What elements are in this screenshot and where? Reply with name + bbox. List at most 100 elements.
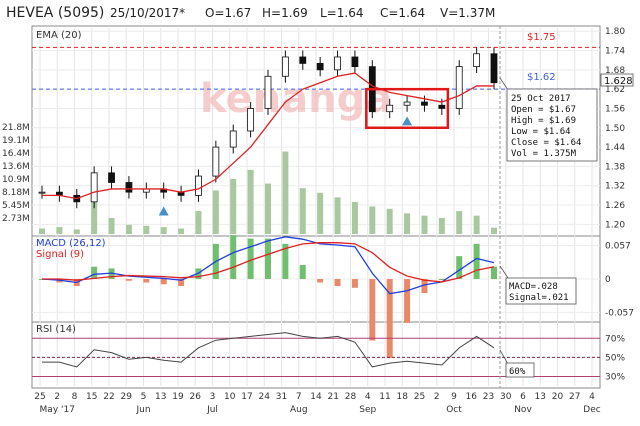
rsi-tick-label: 30% xyxy=(605,372,625,382)
volume-bar xyxy=(39,228,45,234)
level-low-label: $1.62 xyxy=(527,72,556,83)
month-label: Nov xyxy=(514,405,532,415)
candle-body xyxy=(108,172,115,183)
macd-hist-bar xyxy=(265,238,271,279)
volume-bar xyxy=(212,190,219,234)
rsi-tick-label: 70% xyxy=(605,334,625,344)
date-tick-label: 21 xyxy=(328,392,339,402)
date-tick-label: 5 xyxy=(141,392,147,402)
close-readout: C=1.64 xyxy=(380,6,425,20)
volume-bar xyxy=(386,208,393,234)
ohlc-tooltip: 25 Oct 2017 Open = $1.67 High = $1.69 Lo… xyxy=(499,77,598,162)
price-axis: 1.80 1.74 1.68 1.62 1.56 1.50 1.44 1.38 1.32 1.26… xyxy=(605,27,625,230)
volume-tick-label: 10.9M xyxy=(2,175,30,185)
stock-chart[interactable]: HEVEA (5095) 25/10/2017* O=1.67 H=1.69 L… xyxy=(0,0,640,422)
macd-hist-bar xyxy=(351,279,358,288)
chart-canvas[interactable]: HEVEA (5095) 25/10/2017* O=1.67 H=1.69 L… xyxy=(0,0,640,422)
open-readout: O=1.67 xyxy=(205,6,251,20)
macd-tick-label: 0.057 xyxy=(605,242,631,252)
volume-bar xyxy=(230,179,237,234)
volume-bar xyxy=(178,228,185,234)
volume-tick-label: 13.6M xyxy=(2,162,30,172)
date-tick-label: 24 xyxy=(259,392,271,402)
volume-bar xyxy=(491,227,497,234)
macd-axis: 0.057 0 -0.057 xyxy=(605,242,634,319)
macd-label: MACD (26,12) xyxy=(36,238,106,249)
volume-bar xyxy=(56,227,63,234)
price-tick-label: 1.20 xyxy=(605,220,625,230)
volume-tick-label: 2.73M xyxy=(2,214,30,224)
macd-hist-bar xyxy=(334,279,341,287)
ema-label: EMA (20) xyxy=(36,30,82,41)
date-axis: 25 2 8 15 22 29 5 13 19 26 3 10 17 24 31 7 14 21 28 4 11 18 25… xyxy=(34,392,600,415)
date-tick-label: 14 xyxy=(310,392,322,402)
volume-bar xyxy=(299,188,306,234)
candle-body xyxy=(90,172,98,203)
date-tick-label: 25 xyxy=(414,392,425,402)
date-tick-label: 22 xyxy=(103,392,114,402)
volume-bar xyxy=(282,151,289,234)
candle-body xyxy=(247,108,255,132)
price-tick-label: 1.26 xyxy=(605,201,625,211)
macd-hist-bar xyxy=(299,264,306,279)
price-tick-label: 1.44 xyxy=(605,143,625,153)
month-label: Dec xyxy=(583,405,600,415)
high-readout: H=1.69 xyxy=(262,6,308,20)
date-tick-label: 18 xyxy=(397,392,409,402)
candle-body xyxy=(455,66,463,109)
date-tick-label: 31 xyxy=(276,392,287,402)
volume-tick-label: 19.1M xyxy=(2,136,30,146)
volume-tick-label: 16.4M xyxy=(2,149,30,159)
candle-body xyxy=(386,104,394,113)
date-tick-label: 6 xyxy=(520,392,526,402)
tooltip-open: Open = $1.67 xyxy=(511,105,576,115)
volume-readout: V=1.37M xyxy=(440,6,495,20)
date-tick-label: 2 xyxy=(434,392,440,402)
volume-bar xyxy=(143,225,150,234)
date-tick-label: 11 xyxy=(379,392,390,402)
date-readout: 25/10/2017* xyxy=(110,6,185,20)
candle-body xyxy=(229,130,237,148)
date-tick-label: 8 xyxy=(72,392,78,402)
volume-bar xyxy=(125,224,132,234)
volume-bar xyxy=(456,211,463,234)
date-tick-label: 17 xyxy=(241,392,252,402)
macd-readout-value: MACD=.028 xyxy=(509,282,558,292)
date-tick-label: 16 xyxy=(466,392,478,402)
date-tick-label: 2 xyxy=(54,392,60,402)
tooltip-vol: Vol = 1.375M xyxy=(511,149,577,159)
volume-tick-label: 5.45M xyxy=(2,201,30,211)
price-tick-label: 1.80 xyxy=(605,27,625,37)
macd-hist-bar xyxy=(456,256,463,279)
macd-hist-bar xyxy=(230,235,237,279)
macd-tick-label: 0 xyxy=(605,275,611,285)
macd-hist-bar xyxy=(317,279,324,283)
rsi-tick-label: 50% xyxy=(605,353,625,363)
volume-bar xyxy=(369,206,376,234)
date-tick-label: 4 xyxy=(365,392,371,402)
volume-bar xyxy=(438,217,445,234)
low-readout: L=1.64 xyxy=(320,6,363,20)
price-tick-label: 1.50 xyxy=(605,124,625,134)
candle-body xyxy=(334,56,341,71)
date-tick-label: 3 xyxy=(210,392,216,402)
volume-bar xyxy=(195,211,202,234)
candle-body xyxy=(316,63,324,71)
tooltip-high: High = $1.69 xyxy=(511,116,576,126)
candle-body xyxy=(125,182,133,193)
macd-hist-bar xyxy=(143,279,150,283)
month-label: Oct xyxy=(446,405,462,415)
date-tick-label: 25 xyxy=(34,392,45,402)
date-tick-label: 30 xyxy=(500,392,512,402)
candle-body xyxy=(195,175,202,196)
price-tick-label: 1.38 xyxy=(605,162,625,172)
volume-bar xyxy=(334,197,341,234)
volume-tick-label: 21.8M xyxy=(2,123,30,133)
signal-label: Signal (9) xyxy=(36,249,84,260)
rsi-label: RSI (14) xyxy=(36,324,76,335)
price-tick-label: 1.56 xyxy=(605,104,625,114)
month-label: May '17 xyxy=(40,405,75,415)
macd-hist-bar xyxy=(491,266,497,279)
candle-body xyxy=(473,53,481,68)
tooltip-date: 25 Oct 2017 xyxy=(511,94,571,104)
